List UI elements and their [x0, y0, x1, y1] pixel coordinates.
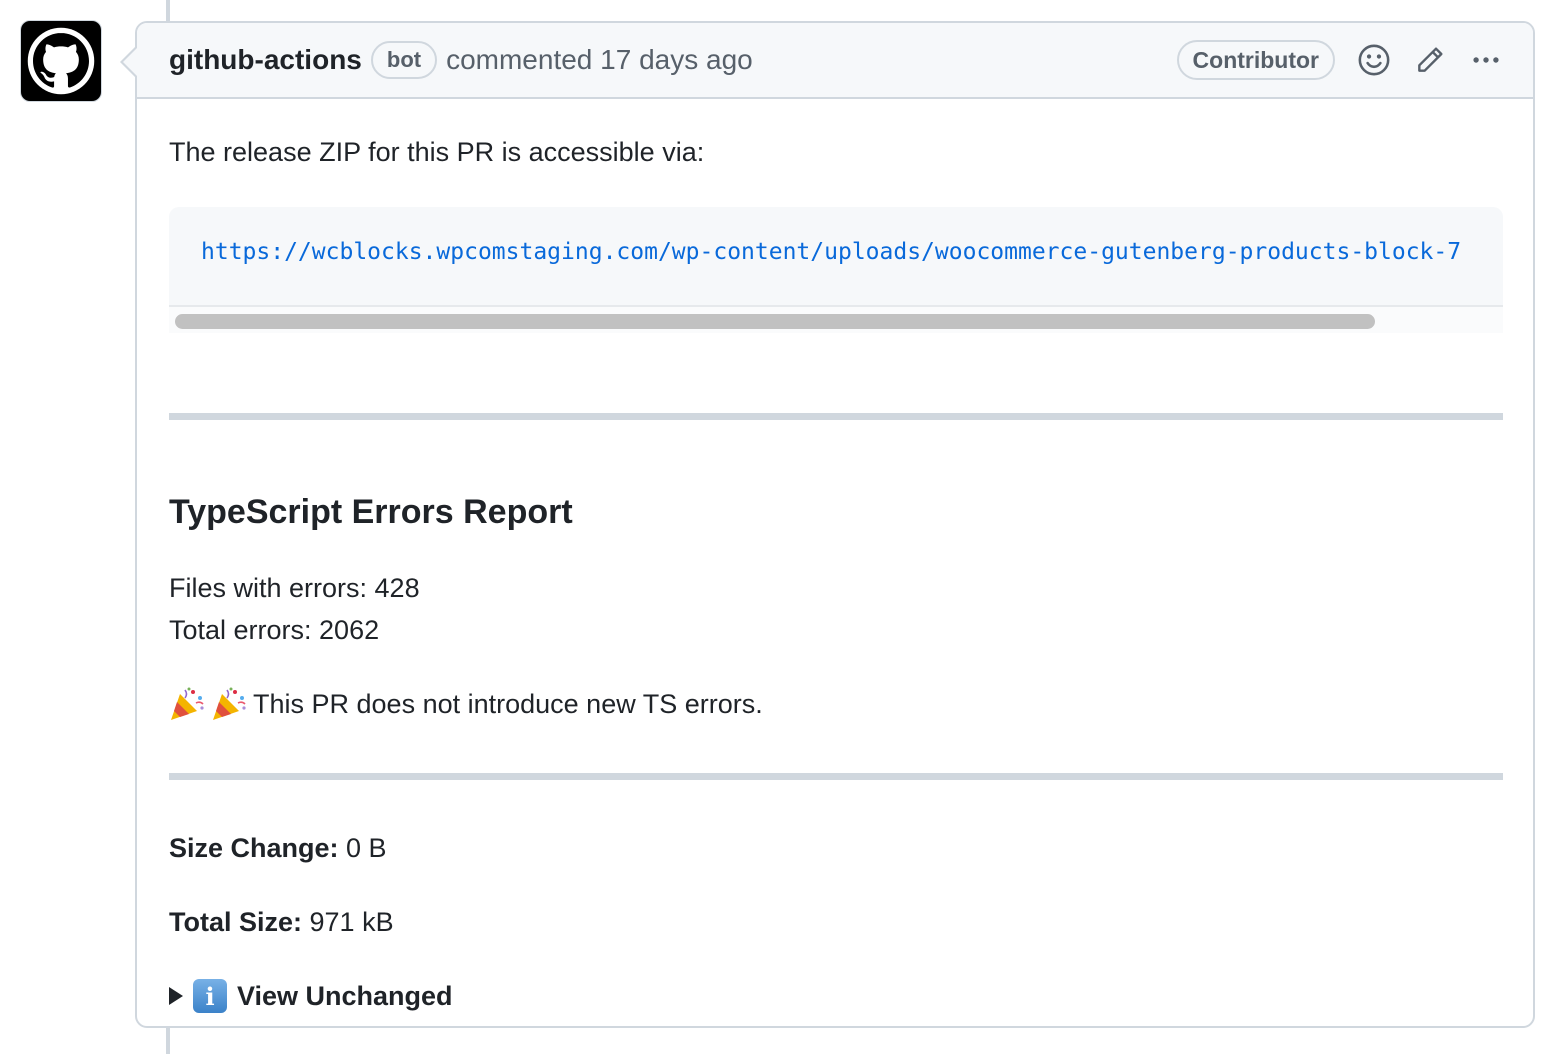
party-popper-icon — [169, 686, 205, 722]
kebab-horizontal-icon — [1473, 57, 1499, 63]
party-popper-icon — [211, 686, 247, 722]
report-heading: TypeScript Errors Report — [169, 493, 573, 531]
add-reaction-button[interactable] — [1357, 43, 1391, 77]
code-block: https://wcblocks.wpcomstaging.com/wp-con… — [169, 207, 1503, 333]
horizontal-rule — [169, 773, 1503, 780]
total-errors: Total errors: 2062 — [169, 615, 380, 645]
intro-text: The release ZIP for this PR is accessibl… — [169, 137, 705, 167]
total-size-line: Total Size: 971 kB — [169, 907, 394, 938]
details-summary-label: View Unchanged — [237, 980, 453, 1011]
pencil-icon — [1418, 47, 1443, 72]
github-mark-icon — [27, 27, 95, 95]
total-size-label: Total Size: — [169, 907, 303, 937]
comment-author[interactable]: github-actions — [169, 44, 362, 76]
contributor-badge: Contributor — [1176, 40, 1335, 80]
disclosure-triangle-icon — [169, 987, 183, 1005]
scrollbar-thumb[interactable] — [175, 314, 1375, 329]
horizontal-scrollbar[interactable] — [169, 307, 1503, 333]
size-change-label: Size Change: — [169, 833, 339, 863]
total-size-value: 971 kB — [302, 907, 394, 937]
edit-comment-button[interactable] — [1413, 43, 1447, 77]
success-text: This PR does not introduce new TS errors… — [253, 688, 763, 719]
more-actions-button[interactable] — [1469, 43, 1503, 77]
zip-url-link[interactable]: https://wcblocks.wpcomstaging.com/wp-con… — [201, 239, 1461, 265]
bot-badge: bot — [370, 41, 438, 79]
files-with-errors: Files with errors: 428 — [169, 573, 420, 603]
comment-box: github-actions bot commented 17 days ago… — [135, 21, 1535, 1028]
comment-pointer-fill — [123, 48, 137, 76]
size-change-line: Size Change: 0 B — [169, 833, 387, 864]
smiley-icon — [1358, 44, 1390, 76]
information-icon: i — [193, 979, 227, 1013]
avatar[interactable] — [20, 20, 102, 102]
comment-header: github-actions bot commented 17 days ago… — [137, 23, 1533, 99]
horizontal-rule — [169, 413, 1503, 420]
pr-timeline: github-actions bot commented 17 days ago… — [0, 0, 1560, 1054]
success-message: This PR does not introduce new TS errors… — [169, 686, 763, 722]
view-unchanged-toggle[interactable]: i View Unchanged — [169, 979, 453, 1013]
size-change-value: 0 B — [338, 833, 387, 863]
comment-timestamp[interactable]: commented 17 days ago — [446, 44, 753, 76]
